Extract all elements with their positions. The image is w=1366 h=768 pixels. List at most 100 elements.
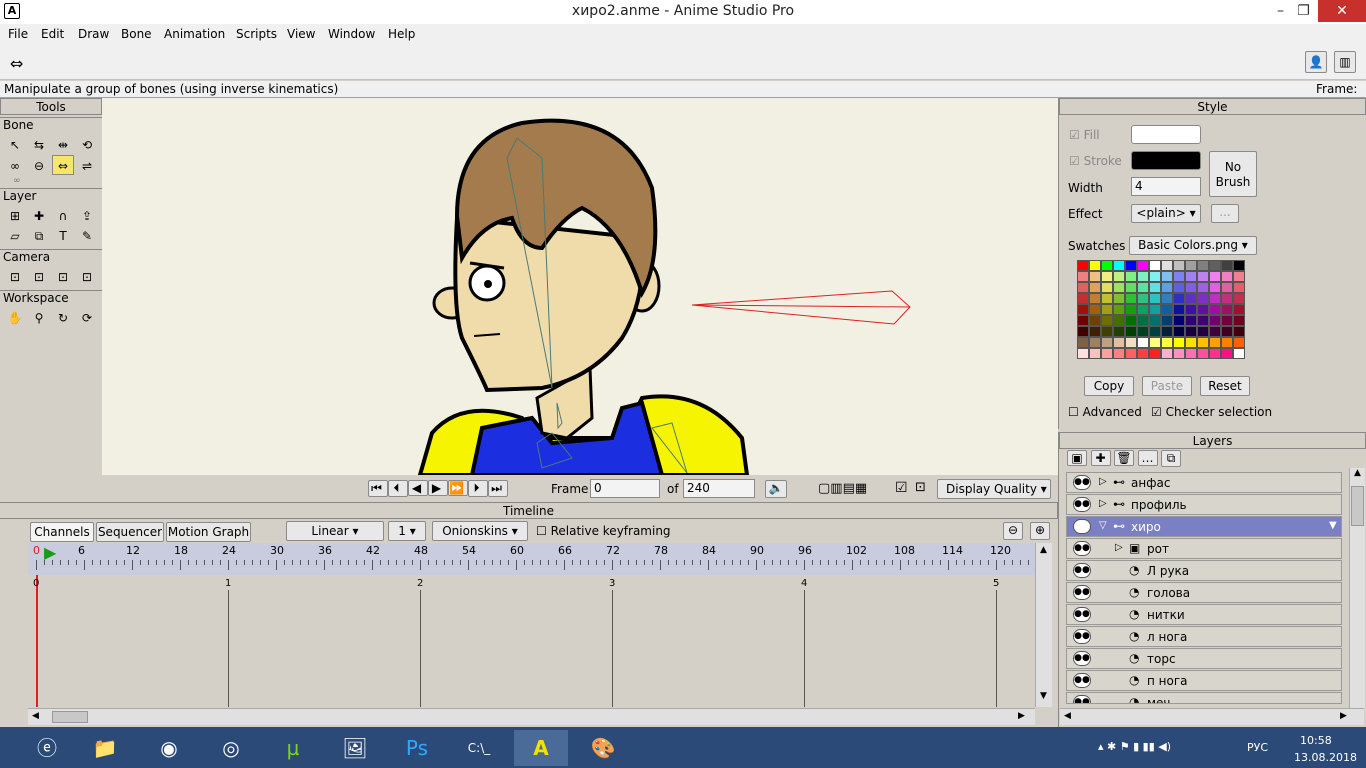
color-swatch[interactable]	[1221, 271, 1233, 282]
color-swatch[interactable]	[1173, 315, 1185, 326]
new-layer-menu-icon[interactable]: ✚	[1090, 450, 1111, 466]
color-swatch[interactable]	[1137, 315, 1149, 326]
step-back-icon[interactable]: ⏴	[388, 480, 408, 497]
zoom-icon[interactable]: ⚲	[28, 308, 50, 328]
onionskins-dropdown[interactable]: Onionskins ▾	[432, 521, 528, 541]
menu-view[interactable]: View	[287, 27, 315, 41]
step-forward-icon[interactable]: ⏵	[468, 480, 488, 497]
visibility-eye-icon[interactable]: ●●	[1073, 695, 1091, 703]
duplicate-layer-icon[interactable]: ⧉	[1161, 450, 1181, 467]
color-swatch[interactable]	[1101, 304, 1113, 315]
color-swatch[interactable]	[1137, 271, 1149, 282]
bone-strength-icon[interactable]: ⇌	[76, 156, 98, 176]
color-swatch[interactable]	[1221, 348, 1233, 359]
color-swatch[interactable]	[1197, 337, 1209, 348]
color-swatch[interactable]	[1233, 348, 1245, 359]
visibility-eye-icon[interactable]: ●●	[1073, 629, 1091, 644]
forward-end-icon[interactable]: ⏭	[488, 480, 508, 497]
transform-layer-icon[interactable]: ⊞	[4, 206, 26, 226]
color-swatch[interactable]	[1209, 304, 1221, 315]
color-swatch[interactable]	[1113, 315, 1125, 326]
color-swatch[interactable]	[1113, 326, 1125, 337]
effect-dropdown[interactable]: <plain> ▾	[1131, 204, 1201, 223]
cmd-icon[interactable]: C:\_	[452, 730, 506, 766]
switch-layer-icon[interactable]: ⧉	[28, 226, 50, 246]
color-swatch[interactable]	[1209, 337, 1221, 348]
effect-more-button[interactable]: ...	[1211, 204, 1239, 223]
rotate-bone-icon[interactable]: ⟲	[76, 135, 98, 155]
character-icon[interactable]: 👤	[1305, 51, 1327, 73]
clock-time[interactable]: 10:58	[1300, 734, 1332, 747]
color-swatch[interactable]	[1137, 326, 1149, 337]
frame-field[interactable]: 0	[590, 479, 660, 498]
delete-layer-icon[interactable]: 🗑	[1114, 450, 1134, 466]
color-swatch[interactable]	[1233, 271, 1245, 282]
tray-icons[interactable]: ▴ ✱ ⚑ ▮ ▮▮ ◀)	[1098, 740, 1171, 753]
color-swatch[interactable]	[1233, 337, 1245, 348]
color-swatch[interactable]	[1173, 304, 1185, 315]
color-swatch[interactable]	[1197, 271, 1209, 282]
color-swatch[interactable]	[1185, 304, 1197, 315]
color-swatch[interactable]	[1149, 260, 1161, 271]
layer-row[interactable]: ●● ▽ ⊷ хиро ▼	[1066, 516, 1342, 537]
step-dropdown[interactable]: 1 ▾	[388, 521, 426, 541]
color-swatch[interactable]	[1197, 315, 1209, 326]
layer-settings-icon[interactable]: …	[1137, 450, 1158, 466]
eyedropper-icon[interactable]: ✎	[76, 226, 98, 246]
color-swatch[interactable]	[1197, 293, 1209, 304]
zoom-camera-icon[interactable]: ⊡	[28, 267, 50, 287]
play-marker-icon[interactable]: ▶	[44, 543, 56, 562]
layers-hscrollbar[interactable]: ◀ ▶	[1060, 708, 1364, 725]
close-button[interactable]: ✕	[1318, 0, 1366, 22]
color-swatch[interactable]	[1233, 326, 1245, 337]
clock-date[interactable]: 13.08.2018	[1294, 751, 1357, 764]
color-swatch[interactable]	[1161, 271, 1173, 282]
color-swatch[interactable]	[1137, 260, 1149, 271]
layer-row[interactable]: ●● ▷ ▣ рот	[1066, 538, 1342, 559]
zoom-out-timeline-icon[interactable]: ⊖	[1003, 522, 1023, 540]
menu-window[interactable]: Window	[328, 27, 375, 41]
color-swatch[interactable]	[1113, 271, 1125, 282]
color-swatch[interactable]	[1089, 326, 1101, 337]
color-swatch[interactable]	[1221, 260, 1233, 271]
menu-scripts[interactable]: Scripts	[236, 27, 277, 41]
color-swatch[interactable]	[1113, 282, 1125, 293]
color-swatch[interactable]	[1101, 260, 1113, 271]
color-swatch[interactable]	[1173, 260, 1185, 271]
layers-scrollbar[interactable]: ▲	[1349, 468, 1365, 708]
rotate-layer-xy-icon[interactable]: ⇪	[76, 206, 98, 226]
color-swatch[interactable]	[1209, 282, 1221, 293]
channels-area[interactable]	[28, 575, 1035, 707]
interpolation-dropdown[interactable]: Linear ▾	[286, 521, 384, 541]
anime-studio-icon[interactable]: A	[514, 730, 568, 766]
color-swatch[interactable]	[1137, 337, 1149, 348]
color-swatch[interactable]	[1173, 282, 1185, 293]
layer-row[interactable]: ●● ◔ торс	[1066, 648, 1342, 669]
output-bounds-icon[interactable]: ⊡	[915, 480, 926, 495]
shear-layer-icon[interactable]: ▱	[4, 226, 26, 246]
color-swatch[interactable]	[1077, 271, 1089, 282]
paint-icon[interactable]: 🎨	[576, 730, 630, 766]
play-icon[interactable]: ▶	[428, 480, 448, 496]
set-origin-icon[interactable]: ✚	[28, 206, 50, 226]
drawing-canvas[interactable]	[102, 98, 1058, 475]
color-swatch[interactable]	[1113, 293, 1125, 304]
color-swatch[interactable]	[1197, 282, 1209, 293]
color-swatch[interactable]	[1173, 348, 1185, 359]
timeline-vscrollbar[interactable]: ▲ ▼	[1035, 543, 1052, 707]
color-swatch[interactable]	[1125, 326, 1137, 337]
color-swatch[interactable]	[1125, 304, 1137, 315]
color-swatch[interactable]	[1089, 293, 1101, 304]
color-swatch[interactable]	[1197, 348, 1209, 359]
layer-row[interactable]: ●● ◔ нитки	[1066, 604, 1342, 625]
color-swatch[interactable]	[1125, 315, 1137, 326]
visibility-eye-icon[interactable]: ●●	[1073, 607, 1091, 622]
paste-button[interactable]: Paste	[1142, 376, 1192, 396]
color-swatch[interactable]	[1101, 337, 1113, 348]
color-swatch[interactable]	[1173, 293, 1185, 304]
layer-row[interactable]: ●● ◔ л нога	[1066, 626, 1342, 647]
fill-color-swatch[interactable]	[1131, 125, 1201, 144]
visibility-eye-icon[interactable]: ●●	[1073, 673, 1091, 688]
color-swatch[interactable]	[1197, 304, 1209, 315]
color-swatch[interactable]	[1233, 315, 1245, 326]
